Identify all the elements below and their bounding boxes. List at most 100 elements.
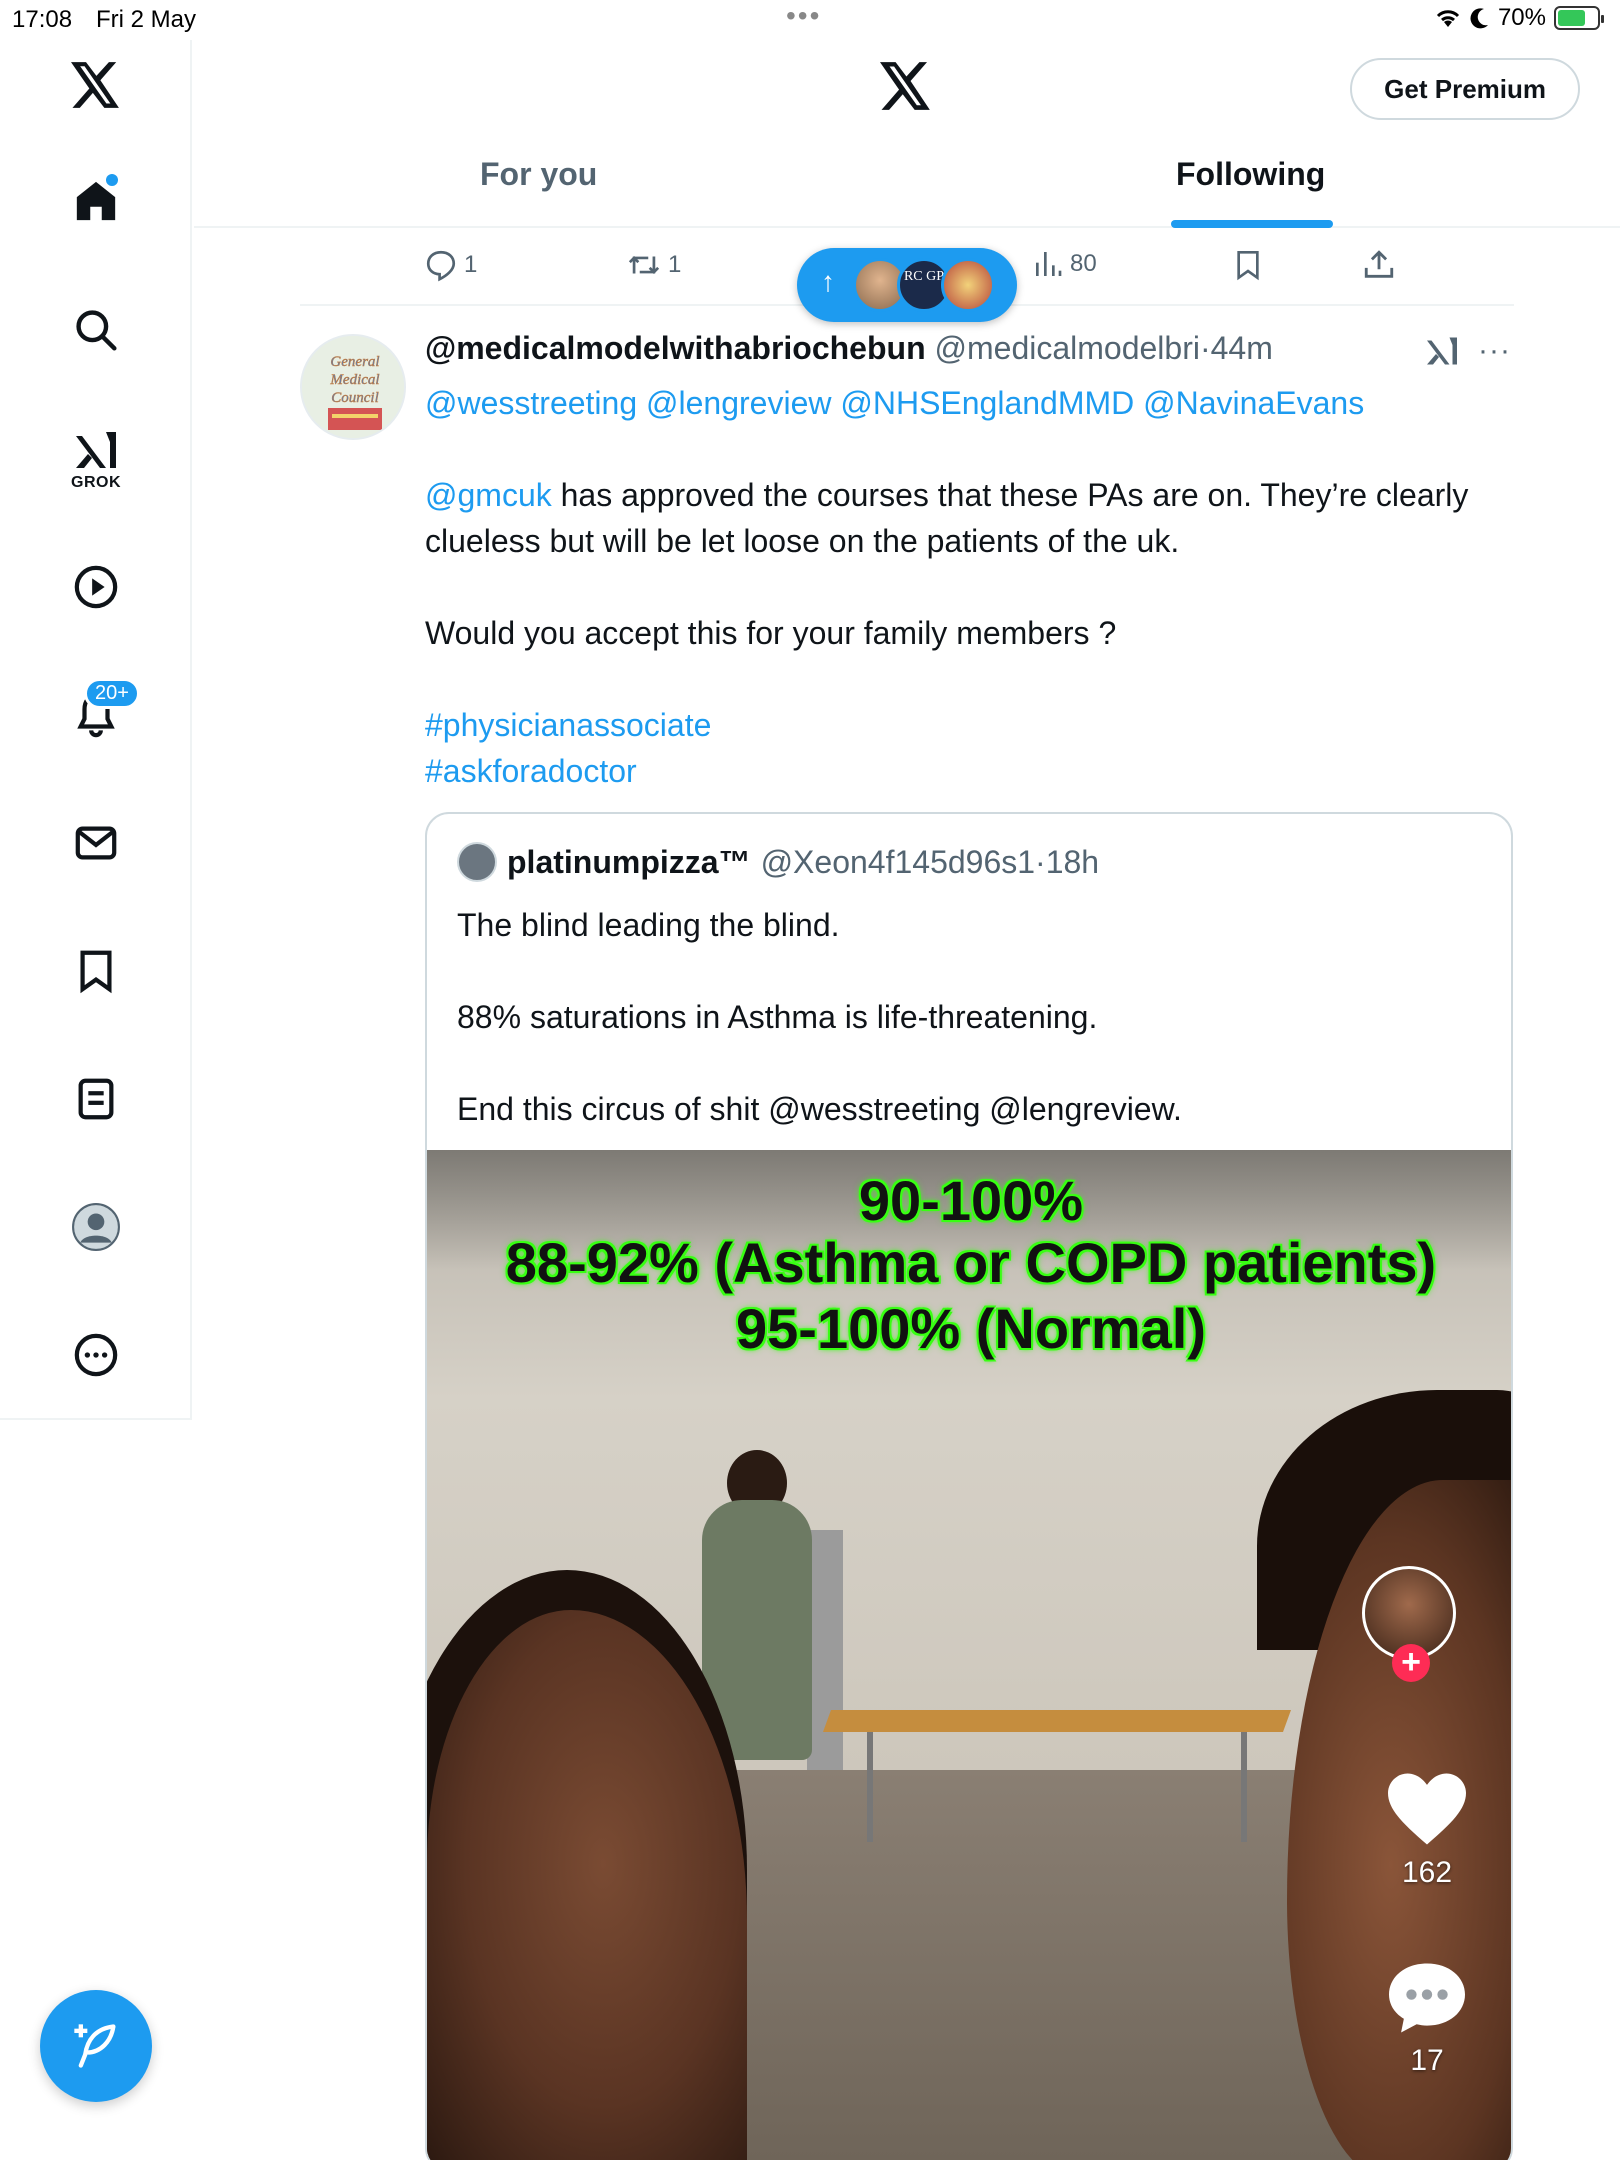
tweet-time[interactable]: 44m bbox=[1211, 330, 1273, 366]
status-time: 17:08 bbox=[12, 6, 73, 33]
nav-more[interactable] bbox=[0, 1332, 192, 1378]
gmc-logo-avatar: General Medical Council bbox=[302, 336, 404, 438]
left-navigation-rail: GROK 20+ bbox=[0, 40, 192, 1420]
quoted-author-handle[interactable]: @Xeon4f145d96s1 bbox=[761, 844, 1035, 880]
bookmark-button[interactable] bbox=[1232, 248, 1264, 282]
quoted-video-media[interactable]: 90-100% 88-92% (Asthma or COPD patients)… bbox=[427, 1150, 1511, 2160]
svg-text:Council: Council bbox=[331, 390, 379, 406]
video-pillar bbox=[807, 1530, 843, 1770]
quoted-line-2: 88% saturations in Asthma is life-threat… bbox=[457, 999, 1098, 1035]
more-circle-icon bbox=[74, 1333, 118, 1377]
quoted-post-text: The blind leading the blind. 88% saturat… bbox=[457, 902, 1487, 1132]
repost-icon bbox=[628, 256, 660, 274]
explain-with-grok-button[interactable] bbox=[1424, 334, 1460, 373]
quoted-separator: · bbox=[1035, 843, 1046, 880]
active-tab-indicator bbox=[1171, 220, 1333, 228]
bookmark-icon bbox=[1237, 251, 1259, 281]
compose-post-button[interactable] bbox=[40, 1990, 152, 2102]
hashtag-physicianassociate[interactable]: #physicianassociate bbox=[425, 707, 711, 743]
comment-bubble-icon bbox=[1389, 1963, 1465, 2033]
tweet-paragraph-3: Would you accept this for your family me… bbox=[425, 615, 1117, 651]
search-icon bbox=[76, 310, 117, 351]
tweet-paragraph-2: has approved the courses that these PAs … bbox=[425, 477, 1469, 559]
tweet-text: @wesstreeting @lengreview @NHSEnglandMMD… bbox=[425, 380, 1515, 794]
video-overlay-line-1: 90-100% bbox=[858, 1169, 1084, 1232]
video-overlay-line-2: 88-92% (Asthma or COPD patients) bbox=[505, 1231, 1437, 1294]
tiktok-comments: 17 bbox=[1357, 1960, 1497, 2078]
nav-explore[interactable] bbox=[0, 308, 192, 352]
svg-text:Medical: Medical bbox=[329, 372, 379, 388]
grok-label: GROK bbox=[71, 474, 121, 491]
quoted-author-avatar[interactable] bbox=[457, 842, 497, 882]
tiktok-follow-plus-icon: + bbox=[1392, 1644, 1430, 1682]
repost-count: 1 bbox=[668, 251, 682, 278]
share-button[interactable] bbox=[1362, 248, 1396, 282]
share-icon bbox=[1364, 250, 1394, 278]
bookmark-icon bbox=[80, 950, 112, 994]
reply-icon bbox=[426, 250, 456, 282]
new-posts-pill[interactable]: ↑ RC GP bbox=[797, 248, 1017, 322]
quoted-time: 18h bbox=[1045, 843, 1100, 880]
get-premium-button[interactable]: Get Premium bbox=[1350, 58, 1580, 120]
profile-avatar-icon bbox=[72, 1203, 120, 1251]
top-header: Get Premium For you Following bbox=[194, 40, 1620, 228]
grok-icon bbox=[76, 432, 116, 468]
video-table-legs bbox=[867, 1732, 1247, 1842]
moon-icon bbox=[1470, 8, 1488, 29]
tweet-header: @medicalmodelwithabriochebun @medicalmod… bbox=[425, 330, 1273, 367]
nav-grok[interactable]: GROK bbox=[0, 428, 192, 492]
views-chart-icon bbox=[1036, 252, 1062, 276]
views-count: 80 bbox=[1070, 250, 1097, 277]
status-indicators: 70% bbox=[1434, 4, 1604, 32]
tweet-mentions[interactable]: @wesstreeting @lengreview @NHSEnglandMMD… bbox=[425, 385, 1364, 421]
tiktok-comment-count: 17 bbox=[1410, 2044, 1444, 2077]
video-table bbox=[822, 1710, 1292, 1732]
reply-count: 1 bbox=[464, 251, 478, 278]
reply-button[interactable]: 1 bbox=[424, 248, 477, 282]
new-post-avatar-3 bbox=[941, 258, 995, 312]
x-logo-header[interactable] bbox=[880, 62, 932, 115]
tweet-author-avatar[interactable]: General Medical Council bbox=[300, 334, 406, 440]
nav-profile[interactable] bbox=[0, 1202, 192, 1252]
battery-icon bbox=[1554, 6, 1604, 30]
video-overlay-line-3: 95-100% (Normal) bbox=[736, 1297, 1206, 1360]
heart-icon bbox=[1388, 1773, 1466, 1845]
quoted-author-name[interactable]: platinumpizza™ bbox=[507, 844, 751, 881]
x-logo-icon bbox=[71, 62, 119, 108]
mention-gmcuk[interactable]: @gmcuk bbox=[425, 477, 552, 513]
nav-messages[interactable] bbox=[0, 820, 192, 866]
repost-button[interactable]: 1 bbox=[626, 248, 681, 282]
x-logo-icon bbox=[880, 62, 930, 110]
nav-notifications[interactable]: 20+ bbox=[0, 678, 192, 738]
nav-bookmarks[interactable] bbox=[0, 948, 192, 994]
quoted-post[interactable]: platinumpizza™ @Xeon4f145d96s1·18h The b… bbox=[425, 812, 1513, 2160]
nav-lists[interactable] bbox=[0, 1076, 192, 1122]
status-date: Fri 2 May bbox=[96, 6, 197, 33]
tab-following[interactable]: Following bbox=[1176, 156, 1325, 193]
tweet-separator: · bbox=[1199, 330, 1211, 366]
play-circle-icon bbox=[74, 565, 118, 609]
compose-feather-icon bbox=[74, 2024, 116, 2068]
nav-home[interactable] bbox=[0, 174, 192, 224]
views-button[interactable]: 80 bbox=[1032, 248, 1097, 280]
mail-icon bbox=[75, 826, 117, 860]
tweet-author-name[interactable]: @medicalmodelwithabriochebun bbox=[425, 330, 926, 366]
notifications-badge: 20+ bbox=[84, 678, 140, 709]
tiktok-like-count: 162 bbox=[1401, 1856, 1453, 1889]
wifi-icon bbox=[1436, 10, 1460, 27]
tab-for-you[interactable]: For you bbox=[480, 156, 597, 193]
tweet-more-options-icon[interactable]: ··· bbox=[1478, 334, 1511, 368]
quoted-line-1: The blind leading the blind. bbox=[457, 907, 840, 943]
hashtag-askforadoctor[interactable]: #askforadoctor bbox=[425, 753, 637, 789]
home-unread-dot bbox=[106, 174, 118, 186]
status-bar: 17:08 Fri 2 May ••• 70% bbox=[0, 0, 1620, 40]
quoted-post-header: platinumpizza™ @Xeon4f145d96s1·18h bbox=[457, 842, 1099, 882]
nav-video[interactable] bbox=[0, 564, 192, 610]
list-document-icon bbox=[78, 1078, 114, 1120]
tweet-author-handle[interactable]: @medicalmodelbri bbox=[935, 330, 1200, 366]
quoted-line-3: End this circus of shit @wesstreeting @l… bbox=[457, 1091, 1182, 1127]
svg-text:General: General bbox=[330, 354, 379, 370]
x-logo-nav[interactable] bbox=[0, 62, 192, 108]
battery-percent: 70% bbox=[1497, 4, 1546, 31]
multitasking-dots-icon[interactable]: ••• bbox=[786, 0, 821, 32]
